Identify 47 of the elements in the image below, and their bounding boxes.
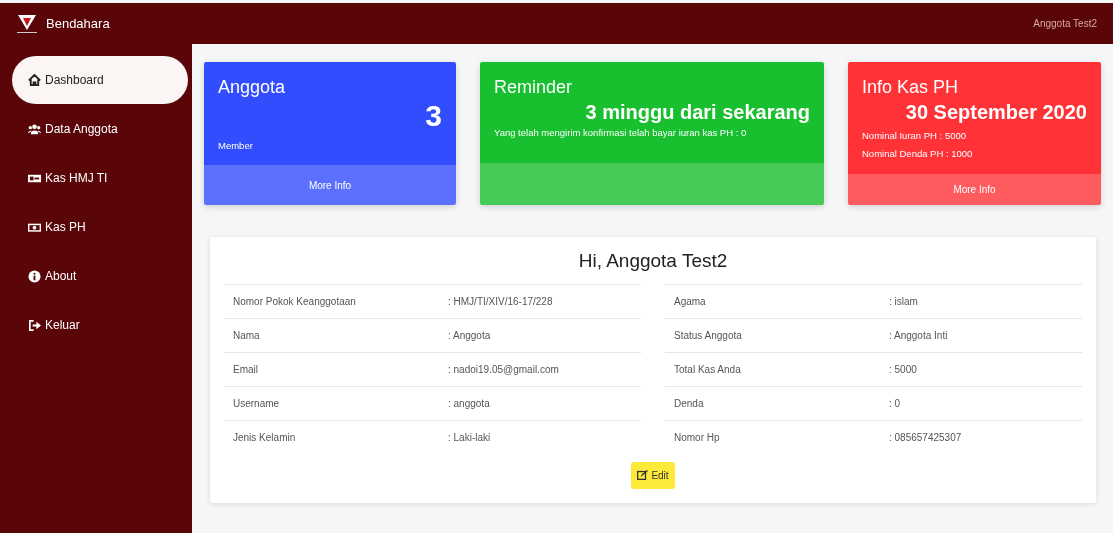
field-value: : anggota xyxy=(448,396,490,411)
field-value: : Laki-laki xyxy=(448,430,491,445)
field-value: : 0 xyxy=(889,396,901,411)
field-label: Total Kas Anda xyxy=(674,362,742,377)
sidebar-item[interactable]: Kas PH xyxy=(12,203,188,251)
field-value: : HMJ/TI/XIV/16-17/228 xyxy=(448,294,553,309)
card-headline: 3 minggu dari sekarang xyxy=(584,101,810,123)
field-label: Nomor Hp xyxy=(674,430,721,445)
info-icon xyxy=(28,269,41,283)
sidebar-item[interactable]: Dashboard xyxy=(12,56,188,104)
field-label: Denda xyxy=(674,396,705,411)
edit-button[interactable]: Edit xyxy=(631,461,675,489)
field-value: : Anggota xyxy=(448,328,491,343)
field-label: Email xyxy=(233,362,259,377)
field-value: : Anggota Inti xyxy=(889,328,948,343)
card-text: Nominal Denda PH : 1000 xyxy=(862,147,974,162)
sidebar-item[interactable]: Data Anggota xyxy=(12,105,188,153)
logo-icon xyxy=(16,13,38,34)
field-value: : 5000 xyxy=(889,362,917,377)
field-value: : islam xyxy=(889,294,918,309)
field-label: Jenis Kelamin xyxy=(233,430,297,445)
card-title: Anggota xyxy=(218,76,287,99)
sidebar-item[interactable]: Kas HMJ TI xyxy=(12,154,188,202)
more-info-link[interactable]: More Info xyxy=(308,177,352,193)
profile-title: Hi, Anggota Test2 xyxy=(577,249,729,273)
sidebar-item[interactable]: Keluar xyxy=(12,301,188,349)
card-text: Yang telah mengirim konfirmasi telah bayar iuran kas PH : 0 xyxy=(494,126,748,140)
home-icon xyxy=(28,73,41,87)
field-label: Status Anggota xyxy=(674,328,743,343)
field-label: Nama xyxy=(233,328,261,343)
field-label: Username xyxy=(233,396,281,411)
field-label: Nomor Pokok Keanggotaan xyxy=(233,294,357,309)
user-name[interactable]: Anggota Test2 xyxy=(1033,16,1097,31)
card-title: Info Kas PH xyxy=(862,76,960,99)
users-icon xyxy=(28,122,41,136)
field-value: : nadoi19.05@gmail.com xyxy=(448,362,559,377)
sidebar-item[interactable]: About xyxy=(12,252,188,300)
card-headline: 30 September 2020 xyxy=(904,101,1087,123)
card-count: 3 xyxy=(424,101,442,131)
brand-name[interactable]: Bendahara xyxy=(46,13,110,34)
card-text: Nominal Iuran PH : 5000 xyxy=(862,129,968,143)
card-text: Member xyxy=(218,139,254,153)
field-label: Agama xyxy=(674,294,707,309)
logout-icon xyxy=(28,318,41,332)
edit-icon xyxy=(637,469,649,480)
card-title: Reminder xyxy=(494,76,574,99)
field-value: : 085657425307 xyxy=(889,430,962,445)
